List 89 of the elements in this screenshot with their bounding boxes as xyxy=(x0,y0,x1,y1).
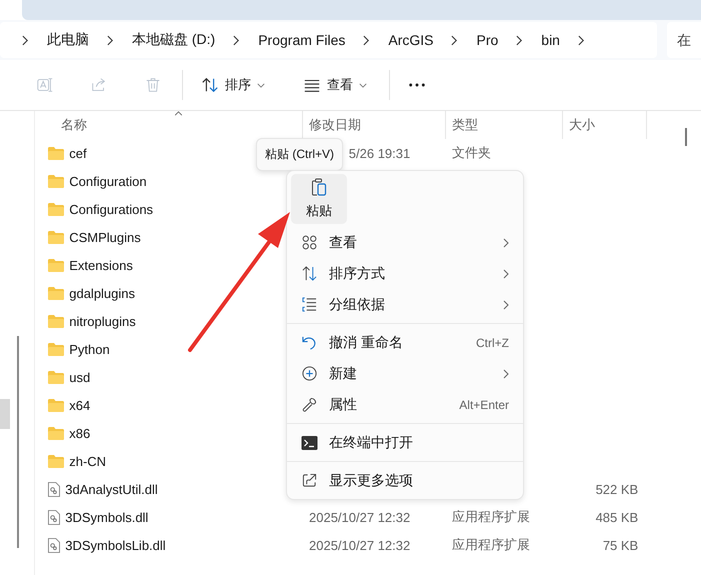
file-name[interactable]: x86 xyxy=(69,426,90,440)
column-header[interactable]: 修改日期 xyxy=(309,116,362,134)
rename-icon xyxy=(36,76,54,94)
sort-caret-icon xyxy=(174,111,184,116)
plus-circle-icon xyxy=(301,366,318,381)
file-type: 文件夹 xyxy=(452,144,492,162)
sort-button[interactable]: 排序 xyxy=(189,70,277,100)
file-name[interactable]: CSMPlugins xyxy=(69,230,141,244)
file-type: 应用程序扩展 xyxy=(452,508,530,526)
folder-icon xyxy=(48,398,64,412)
folder-icon xyxy=(48,230,64,244)
breadcrumb-item[interactable]: bin xyxy=(541,32,560,48)
undo-icon xyxy=(301,335,318,350)
file-name[interactable]: zh-CN xyxy=(69,454,106,468)
file-name[interactable]: nitroplugins xyxy=(69,314,136,328)
chevron-icon xyxy=(451,34,458,46)
share-icon xyxy=(90,76,108,94)
column-header[interactable]: 大小 xyxy=(569,116,596,134)
folder-icon xyxy=(48,202,64,216)
paste-button[interactable]: 粘贴 xyxy=(291,174,347,224)
file-name[interactable]: Python xyxy=(69,342,110,356)
clipboard-icon xyxy=(311,178,327,196)
file-name[interactable]: Configurations xyxy=(69,202,154,216)
address-bar[interactable]: 此电脑 本地磁盘 (D:) Program Files ArcGIS Pro bin xyxy=(0,22,657,58)
folder-icon xyxy=(48,258,64,272)
folder-icon xyxy=(48,146,64,160)
menu-item[interactable]: 显示更多选项 xyxy=(287,465,523,496)
breadcrumb-item[interactable]: ArcGIS xyxy=(388,32,434,48)
modified-date: 2025/10/27 12:32 xyxy=(309,538,410,552)
grid-icon xyxy=(301,235,318,250)
file-name[interactable]: gdalplugins xyxy=(69,286,136,300)
trash-icon xyxy=(144,76,162,94)
folder-icon xyxy=(48,426,64,440)
file-name[interactable]: cef xyxy=(69,146,87,160)
caret-icon xyxy=(359,82,367,88)
file-size: 485 KB xyxy=(596,510,638,524)
folder-icon xyxy=(48,174,64,188)
menu-item[interactable]: 分组依据 xyxy=(287,289,523,320)
gear-file-icon xyxy=(48,510,60,524)
breadcrumb-item[interactable]: 此电脑 xyxy=(47,31,89,49)
column-header[interactable]: 名称 xyxy=(61,116,88,134)
list-icon xyxy=(301,297,318,312)
file-name[interactable]: Extensions xyxy=(69,258,133,272)
gear-file-icon xyxy=(48,538,60,552)
file-name[interactable]: Configuration xyxy=(69,174,147,188)
gear-file-icon xyxy=(48,482,60,496)
scrollbar-thumb[interactable] xyxy=(0,399,10,429)
wrench-icon xyxy=(301,397,318,412)
menu-item[interactable]: 属性 Alt+Enter xyxy=(287,389,523,420)
menu-item[interactable]: 排序方式 xyxy=(287,258,523,289)
folder-icon xyxy=(48,286,64,300)
folder-icon xyxy=(48,370,64,384)
column-header[interactable]: 类型 xyxy=(452,116,478,134)
menu-item[interactable]: 在终端中打开 xyxy=(287,427,523,458)
caret-icon xyxy=(257,82,265,88)
file-size: 75 KB xyxy=(602,538,638,552)
file-name[interactable]: 3DSymbols.dll xyxy=(65,510,148,524)
folder-icon xyxy=(48,314,64,328)
tooltip: 粘贴 (Ctrl+V) xyxy=(256,138,343,171)
sort-icon xyxy=(301,266,318,281)
modified-date: 2025/10/27 12:32 xyxy=(309,510,410,524)
folder-icon xyxy=(48,342,64,356)
file-name[interactable]: 3dAnalystUtil.dll xyxy=(65,482,158,496)
file-name[interactable]: usd xyxy=(69,370,90,384)
file-name[interactable]: x64 xyxy=(69,398,90,412)
menu-item[interactable]: 查看 xyxy=(287,227,523,258)
sort-icon xyxy=(201,76,219,94)
view-button[interactable]: 查看 xyxy=(291,70,379,100)
breadcrumb-item[interactable]: 本地磁盘 (D:) xyxy=(132,31,216,49)
file-name[interactable]: 3DSymbolsLib.dll xyxy=(65,538,166,552)
chevron-icon xyxy=(363,34,370,46)
terminal-icon xyxy=(301,436,318,450)
breadcrumb-item[interactable]: Pro xyxy=(476,32,498,48)
external-icon xyxy=(301,473,318,488)
chevron-icon xyxy=(22,34,29,46)
modified-date: 5/26 19:31 xyxy=(348,146,410,160)
file-size: 522 KB xyxy=(596,482,638,496)
scrollbar-thumb[interactable] xyxy=(685,128,688,146)
more-icon xyxy=(408,82,426,88)
chevron-icon xyxy=(578,34,585,46)
menu-item[interactable]: 新建 xyxy=(287,358,523,389)
folder-icon xyxy=(48,454,64,468)
chevron-icon xyxy=(107,34,114,46)
breadcrumb-item[interactable]: Program Files xyxy=(258,32,346,48)
search-field[interactable]: 在 xyxy=(667,22,701,58)
file-type: 应用程序扩展 xyxy=(452,536,530,554)
chevron-icon xyxy=(516,34,524,46)
chevron-icon xyxy=(233,34,240,46)
menu-item[interactable]: 撤消 重命名 Ctrl+Z xyxy=(287,327,523,358)
